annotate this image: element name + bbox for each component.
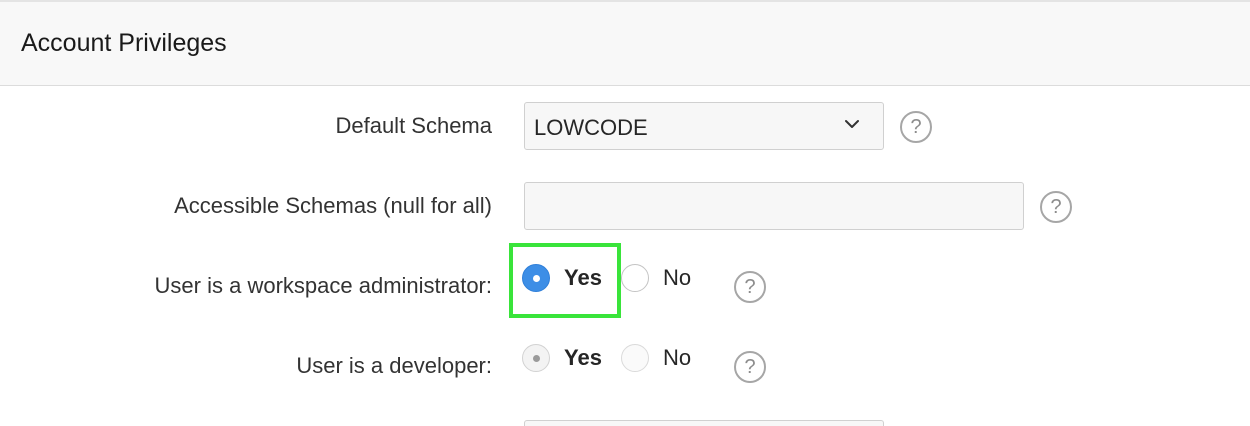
accessible-schemas-label: Accessible Schemas (null for all) (174, 193, 492, 218)
developer-help-icon[interactable]: ? (734, 351, 766, 383)
account-privileges-region: Account Privileges Default Schema LOWCOD… (0, 0, 1250, 426)
default-schema-label: Default Schema (335, 113, 492, 138)
region-header: Account Privileges (0, 0, 1250, 86)
workspace-admin-help-icon[interactable]: ? (734, 271, 766, 303)
chevron-down-icon (845, 120, 859, 128)
developer-yes-label[interactable]: Yes (564, 345, 602, 371)
next-field-input[interactable] (524, 420, 884, 426)
workspace-admin-no-radio[interactable] (621, 264, 649, 292)
region-title: Account Privileges (21, 29, 227, 57)
workspace-admin-no-label[interactable]: No (663, 265, 691, 291)
workspace-admin-yes-label[interactable]: Yes (564, 265, 602, 291)
workspace-admin-label: User is a workspace administrator: (154, 273, 492, 298)
default-schema-help-icon[interactable]: ? (900, 111, 932, 143)
accessible-schemas-help-icon[interactable]: ? (1040, 191, 1072, 223)
default-schema-value: LOWCODE (534, 115, 648, 140)
workspace-admin-yes-radio[interactable] (522, 264, 550, 292)
default-schema-select[interactable]: LOWCODE (524, 102, 884, 150)
developer-yes-radio[interactable] (522, 344, 550, 372)
accessible-schemas-input[interactable] (524, 182, 1024, 230)
developer-label: User is a developer: (296, 353, 492, 378)
developer-no-radio[interactable] (621, 344, 649, 372)
developer-no-label[interactable]: No (663, 345, 691, 371)
